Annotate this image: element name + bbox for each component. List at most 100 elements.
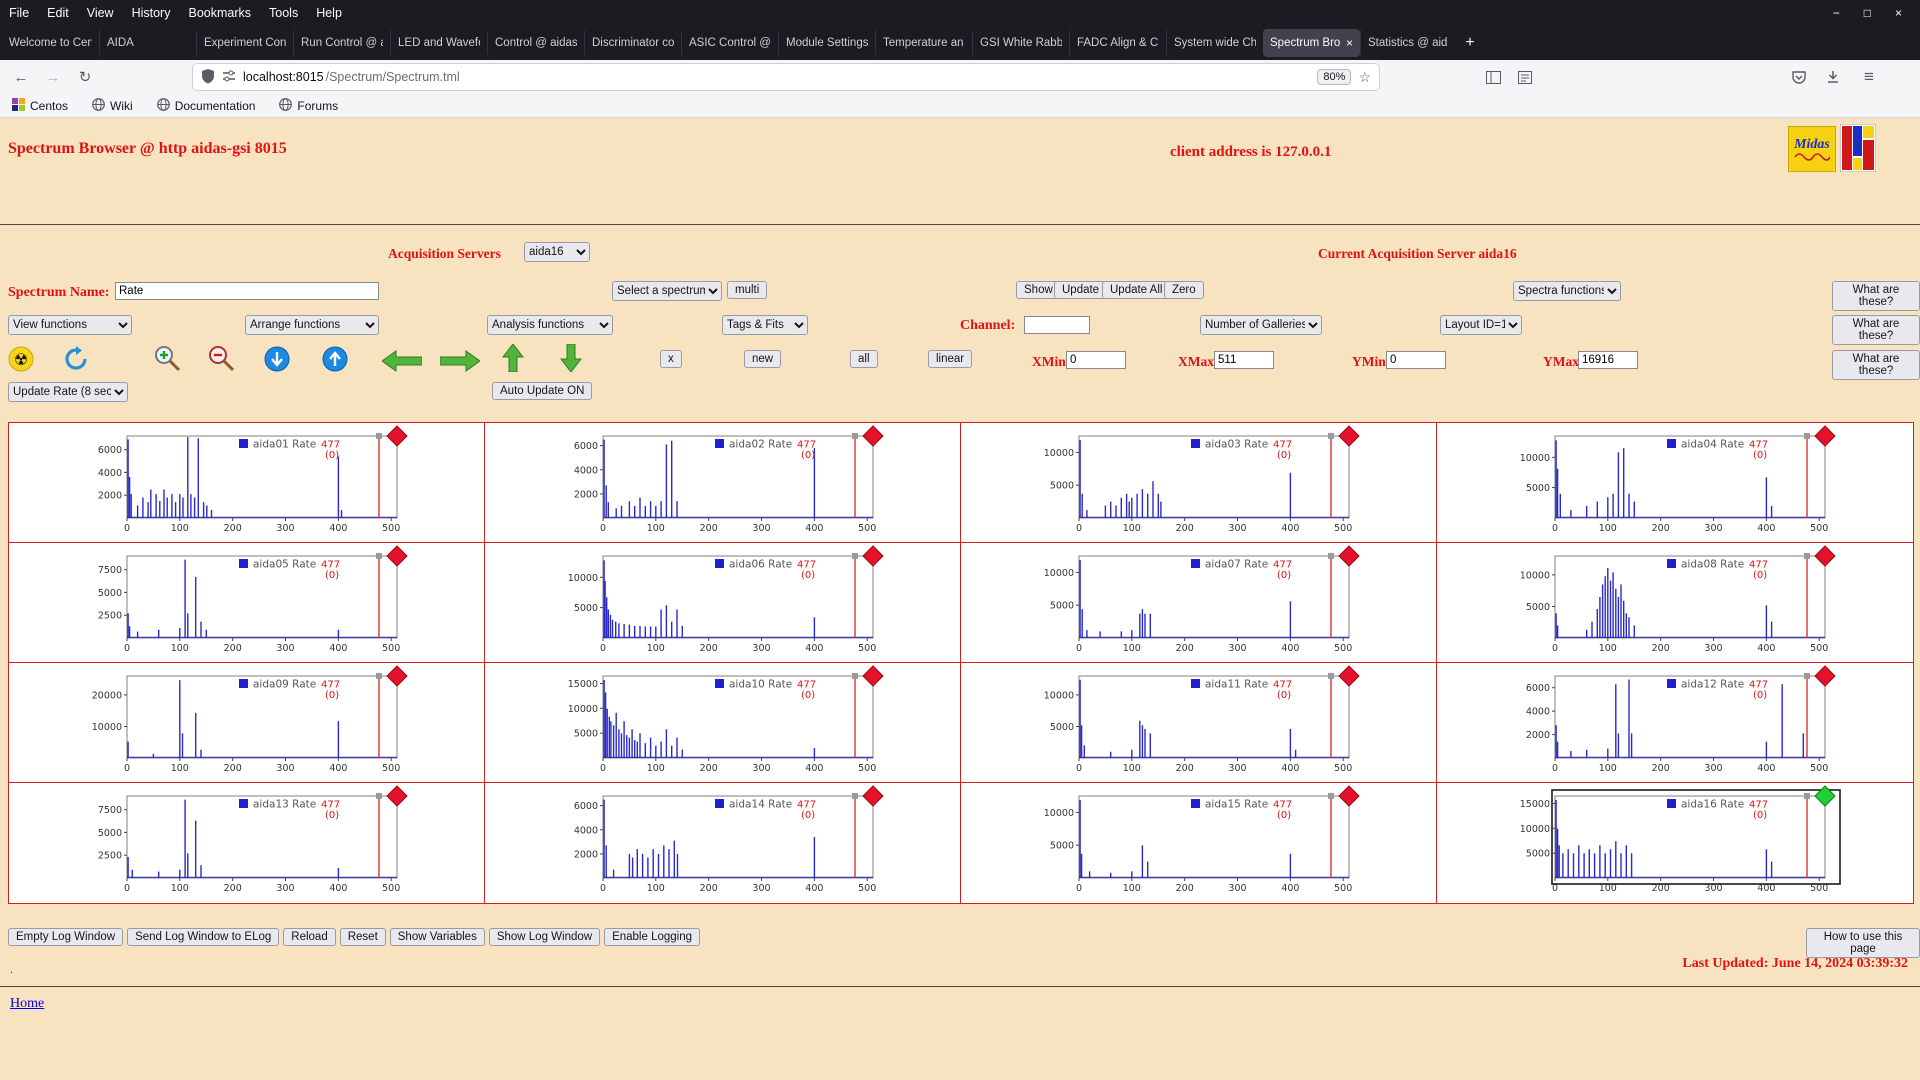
browser-tab[interactable]: GSI White Rabbi xyxy=(972,28,1069,57)
spectrum-panel-aida14[interactable]: 2000 4000 6000 0 100 200 300 400 500 aida14 Rate 4… xyxy=(485,783,961,903)
bookmark-forums[interactable]: Forums xyxy=(279,97,338,114)
browser-tab[interactable]: Temperature an xyxy=(875,28,972,57)
new-button[interactable]: new xyxy=(744,350,782,368)
shield-icon[interactable] xyxy=(201,68,215,87)
browser-tab[interactable]: LED and Wavefo xyxy=(390,28,487,57)
cursor-handle[interactable] xyxy=(1328,793,1334,799)
radiation-icon[interactable]: ☢ xyxy=(8,346,34,377)
cursor-handle[interactable] xyxy=(1804,793,1810,799)
auto-update-button[interactable]: Auto Update ON xyxy=(492,382,593,400)
cursor-handle[interactable] xyxy=(1328,673,1334,679)
zoom-out-icon[interactable] xyxy=(206,344,236,377)
menu-edit[interactable]: Edit xyxy=(38,6,78,20)
spectrum-name-input[interactable] xyxy=(115,282,379,300)
refresh-icon[interactable] xyxy=(62,346,90,377)
browser-tab[interactable]: Module Settings xyxy=(778,28,875,57)
reset-button[interactable]: Reset xyxy=(339,928,386,946)
spectrum-panel-aida01[interactable]: 2000 4000 6000 0 100 200 300 400 500 aida01 Rate 4… xyxy=(9,423,485,543)
menu-view[interactable]: View xyxy=(78,6,123,20)
browser-tab[interactable]: System wide Ch xyxy=(1166,28,1263,57)
reload-icon[interactable]: ↻ xyxy=(72,66,98,88)
linear-button[interactable]: linear xyxy=(928,350,973,368)
number-of-galleries-dropdown[interactable]: Number of Galleries xyxy=(1200,315,1322,335)
spectrum-panel-aida09[interactable]: 10000 20000 0 100 200 300 400 500 aida09 Rate 477… xyxy=(9,663,485,783)
bookmark-star-icon[interactable]: ☆ xyxy=(1358,69,1371,86)
back-icon[interactable]: ← xyxy=(8,66,34,88)
tags-fits-dropdown[interactable]: Tags & Fits xyxy=(722,315,808,335)
what-are-these-button-1[interactable]: What are these? xyxy=(1832,281,1920,311)
cursor-handle[interactable] xyxy=(376,553,382,559)
tab-close-icon[interactable]: × xyxy=(1346,36,1353,50)
cursor-handle[interactable] xyxy=(376,793,382,799)
cursor-handle[interactable] xyxy=(852,673,858,679)
layout-id-dropdown[interactable]: Layout ID=1 xyxy=(1440,315,1522,335)
zoom-in-icon[interactable] xyxy=(152,344,182,377)
what-are-these-button-2[interactable]: What are these? xyxy=(1832,315,1920,345)
down-arrow-icon[interactable] xyxy=(559,343,583,377)
zoom-level-badge[interactable]: 80% xyxy=(1317,69,1352,85)
reload-button[interactable]: Reload xyxy=(283,928,336,946)
view-functions-dropdown[interactable]: View functions xyxy=(8,315,132,335)
right-arrow-icon[interactable] xyxy=(439,350,481,377)
spectrum-panel-aida03[interactable]: 5000 10000 0 100 200 300 400 500 aida03 Rate 477(… xyxy=(961,423,1437,543)
xmax-input[interactable] xyxy=(1214,351,1274,369)
what-are-these-button-3[interactable]: What are these? xyxy=(1832,350,1920,380)
spectrum-panel-aida16[interactable]: 5000 10000 15000 0 100 200 300 400 500 aida16 Rat… xyxy=(1437,783,1913,903)
show-log-window-button[interactable]: Show Log Window xyxy=(488,928,601,946)
left-arrow-icon[interactable] xyxy=(381,350,423,377)
select-spectrum-dropdown[interactable]: Select a spectrum xyxy=(612,281,722,301)
menu-bookmarks[interactable]: Bookmarks xyxy=(179,6,260,20)
enable-logging-button[interactable]: Enable Logging xyxy=(604,928,701,946)
cursor-handle[interactable] xyxy=(1804,673,1810,679)
spectrum-panel-aida08[interactable]: 5000 10000 0 100 200 300 400 500 aida08 Rate 477(… xyxy=(1437,543,1913,663)
browser-tab[interactable]: ASIC Control @ xyxy=(681,28,778,57)
spectrum-panel-aida02[interactable]: 2000 4000 6000 0 100 200 300 400 500 aida02 Rate 4… xyxy=(485,423,961,543)
scroll-down-icon[interactable] xyxy=(264,346,290,377)
permissions-icon[interactable] xyxy=(222,69,236,86)
spectrum-panel-aida12[interactable]: 2000 4000 6000 0 100 200 300 400 500 aida12 Rate 4… xyxy=(1437,663,1913,783)
ymax-input[interactable] xyxy=(1578,351,1638,369)
zero-button[interactable]: Zero xyxy=(1164,281,1204,299)
browser-tab[interactable]: Control @ aidas xyxy=(487,28,584,57)
library-icon[interactable] xyxy=(1512,66,1538,88)
browser-tab[interactable]: Experiment Cont xyxy=(196,28,293,57)
minimize-icon[interactable]: − xyxy=(1833,6,1840,20)
bookmark-centos[interactable]: Centos xyxy=(12,97,68,114)
all-button[interactable]: all xyxy=(850,350,878,368)
cursor-handle[interactable] xyxy=(376,433,382,439)
browser-tab[interactable]: Statistics @ aid xyxy=(1360,28,1457,57)
cursor-handle[interactable] xyxy=(852,553,858,559)
browser-tab[interactable]: AIDA xyxy=(99,28,196,57)
download-icon[interactable] xyxy=(1820,66,1846,88)
cursor-handle[interactable] xyxy=(376,673,382,679)
spectrum-panel-aida10[interactable]: 5000 10000 15000 0 100 200 300 400 500 aida10 Rat… xyxy=(485,663,961,783)
bookmark-wiki[interactable]: Wiki xyxy=(92,97,133,114)
send-log-window-to-elog-button[interactable]: Send Log Window to ELog xyxy=(127,928,280,946)
show-variables-button[interactable]: Show Variables xyxy=(389,928,485,946)
cursor-handle[interactable] xyxy=(1804,433,1810,439)
update-rate-dropdown[interactable]: Update Rate (8 secs) xyxy=(8,382,128,402)
menu-hamburger-icon[interactable]: ≡ xyxy=(1856,66,1882,88)
scroll-up-icon[interactable] xyxy=(322,346,348,377)
spectra-functions-dropdown[interactable]: Spectra functions xyxy=(1513,281,1621,301)
update-button[interactable]: Update xyxy=(1054,281,1108,299)
home-link[interactable]: Home xyxy=(10,996,44,1012)
cursor-handle[interactable] xyxy=(852,793,858,799)
browser-tab[interactable]: Discriminator co xyxy=(584,28,681,57)
bookmark-documentation[interactable]: Documentation xyxy=(156,97,255,114)
spectrum-panel-aida11[interactable]: 5000 10000 0 100 200 300 400 500 aida11 Rate 477(… xyxy=(961,663,1437,783)
channel-input[interactable] xyxy=(1024,316,1090,334)
empty-log-window-button[interactable]: Empty Log Window xyxy=(8,928,124,946)
browser-tab[interactable]: FADC Align & C xyxy=(1069,28,1166,57)
browser-tab[interactable]: Welcome to Cent xyxy=(2,29,99,57)
menu-tools[interactable]: Tools xyxy=(260,6,307,20)
maximize-icon[interactable]: □ xyxy=(1864,6,1871,20)
menu-help[interactable]: Help xyxy=(307,6,351,20)
arrange-functions-dropdown[interactable]: Arrange functions xyxy=(245,315,379,335)
spectrum-panel-aida06[interactable]: 5000 10000 0 100 200 300 400 500 aida06 Rate 477(… xyxy=(485,543,961,663)
cursor-handle[interactable] xyxy=(1804,553,1810,559)
browser-tab[interactable]: Run Control @ a xyxy=(293,28,390,57)
cursor-handle[interactable] xyxy=(1328,433,1334,439)
xmin-input[interactable] xyxy=(1066,351,1126,369)
ymin-input[interactable] xyxy=(1386,351,1446,369)
